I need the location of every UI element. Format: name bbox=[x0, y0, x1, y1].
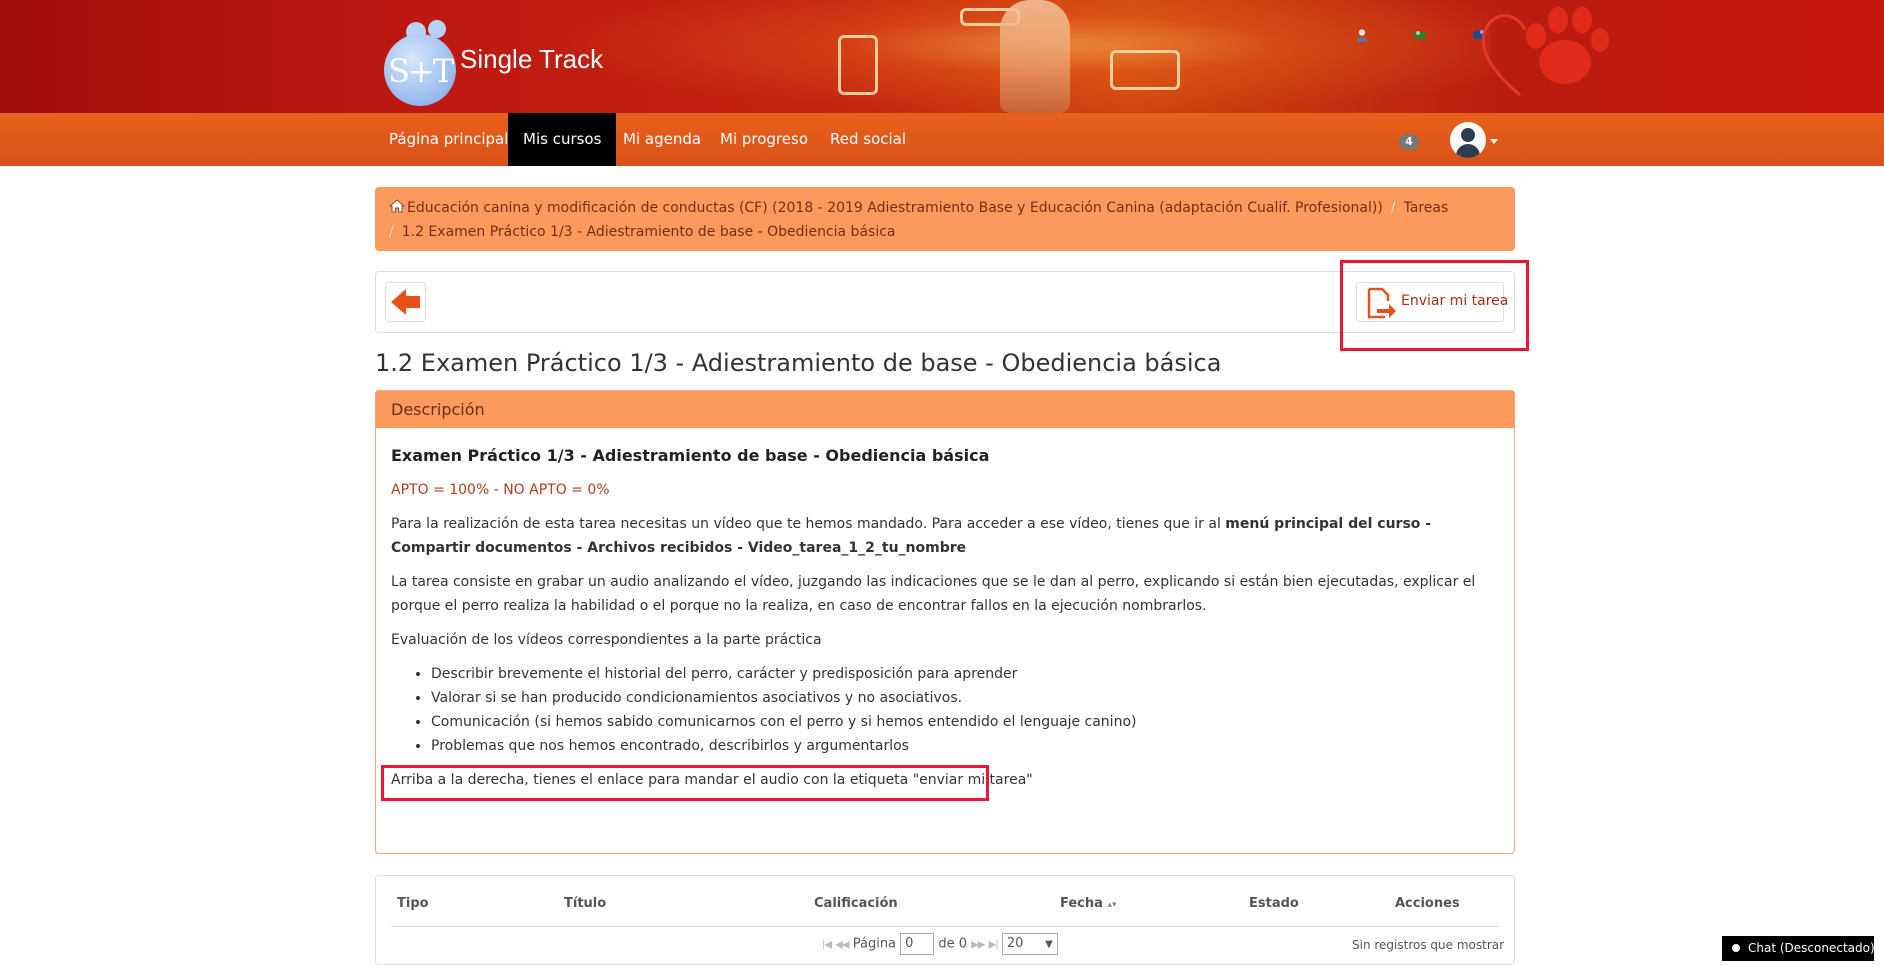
column-header-actions[interactable]: Acciones bbox=[1395, 896, 1460, 911]
breadcrumb-current: 1.2 Examen Práctico 1/3 - Adiestramiento… bbox=[401, 224, 896, 240]
next-page-icon[interactable]: ▶▶ bbox=[971, 940, 985, 951]
list-item: Valorar si se han producido condicionami… bbox=[431, 686, 1499, 710]
chevron-down-icon: ▼ bbox=[1045, 939, 1053, 950]
chat-toggle[interactable]: Chat (Desconectado) bbox=[1722, 936, 1875, 961]
nav-agenda[interactable]: Mi agenda bbox=[608, 113, 716, 166]
header-banner: S+T Single Track bbox=[0, 0, 1884, 113]
evaluation-paragraph: Evaluación de los vídeos correspondiente… bbox=[391, 632, 822, 648]
panel-body: Examen Práctico 1/3 - Adiestramiento de … bbox=[376, 428, 1514, 792]
first-page-icon[interactable]: |◀ bbox=[822, 940, 832, 951]
list-item: Describir brevemente el historial del pe… bbox=[431, 662, 1499, 686]
empty-records-text: Sin registros que mostrar bbox=[1352, 938, 1505, 952]
breadcrumb: Educación canina y modificación de condu… bbox=[375, 187, 1515, 251]
nav-my-courses[interactable]: Mis cursos bbox=[508, 113, 617, 166]
column-header-grade[interactable]: Calificación bbox=[814, 896, 898, 911]
pagination: |◀ ◀◀ Página 0 de 0 ▶▶ ▶| 20 ▼ bbox=[822, 933, 1058, 955]
user-avatar[interactable] bbox=[1450, 122, 1486, 158]
prev-page-icon[interactable]: ◀◀ bbox=[835, 940, 849, 951]
nav-progress[interactable]: Mi progreso bbox=[705, 113, 823, 166]
user-profile-icon[interactable] bbox=[1355, 28, 1369, 42]
page-title: 1.2 Examen Práctico 1/3 - Adiestramiento… bbox=[375, 349, 1222, 377]
nav-social[interactable]: Red social bbox=[815, 113, 921, 166]
list-item: Comunicación (si hemos sabido comunicarn… bbox=[431, 710, 1499, 734]
list-item: Problemas que nos hemos encontrado, desc… bbox=[431, 734, 1499, 758]
home-icon[interactable] bbox=[389, 199, 405, 213]
main-navbar: Página principal Mis cursos Mi agenda Mi… bbox=[0, 113, 1884, 166]
task-paragraph: La tarea consiste en grabar un audio ana… bbox=[391, 574, 1476, 614]
note-highlight bbox=[381, 765, 989, 801]
site-brand-name: Single Track bbox=[460, 44, 604, 74]
last-page-icon[interactable]: ▶| bbox=[989, 940, 999, 951]
column-header-type[interactable]: Tipo bbox=[397, 896, 429, 911]
submissions-table: Tipo Título Calificación Fecha ▴▾ Estado… bbox=[375, 875, 1515, 965]
grading-criteria: APTO = 100% - NO APTO = 0% bbox=[391, 482, 610, 498]
site-logo[interactable]: S+T Single Track bbox=[380, 18, 640, 106]
panel-header: Descripción bbox=[376, 391, 1514, 428]
banner-device-graphic bbox=[838, 35, 878, 95]
send-task-highlight bbox=[1340, 260, 1529, 351]
back-button[interactable] bbox=[385, 282, 426, 322]
rows-per-page-select[interactable]: 20 ▼ bbox=[1001, 933, 1058, 955]
chat-status-icon bbox=[1732, 944, 1740, 952]
column-header-title[interactable]: Título bbox=[564, 896, 606, 911]
nav-home[interactable]: Página principal bbox=[374, 113, 523, 166]
banner-hand-graphic bbox=[1000, 0, 1070, 113]
breadcrumb-tasks-link[interactable]: Tareas bbox=[1404, 200, 1449, 216]
banner-device-graphic bbox=[1110, 50, 1180, 90]
notifications-badge[interactable]: 4 bbox=[1399, 134, 1419, 150]
community-icon[interactable] bbox=[1413, 28, 1427, 42]
chat-label: Chat (Desconectado) bbox=[1748, 941, 1875, 955]
column-header-date[interactable]: Fecha ▴▾ bbox=[1060, 896, 1116, 911]
instructions-paragraph: Para la realización de esta tarea necesi… bbox=[391, 516, 1432, 556]
arrow-left-icon bbox=[391, 289, 420, 315]
task-heading: Examen Práctico 1/3 - Adiestramiento de … bbox=[391, 446, 990, 465]
paw-logo-icon bbox=[1481, 7, 1609, 97]
breadcrumb-course-link[interactable]: Educación canina y modificación de condu… bbox=[407, 200, 1383, 216]
column-header-status[interactable]: Estado bbox=[1249, 896, 1299, 911]
page-number-input[interactable]: 0 bbox=[900, 933, 935, 955]
evaluation-list: Describir brevemente el historial del pe… bbox=[391, 662, 1499, 758]
user-menu-caret-icon[interactable] bbox=[1490, 139, 1498, 144]
logo-initials: S+T bbox=[388, 52, 454, 90]
sort-icon: ▴▾ bbox=[1107, 900, 1117, 910]
